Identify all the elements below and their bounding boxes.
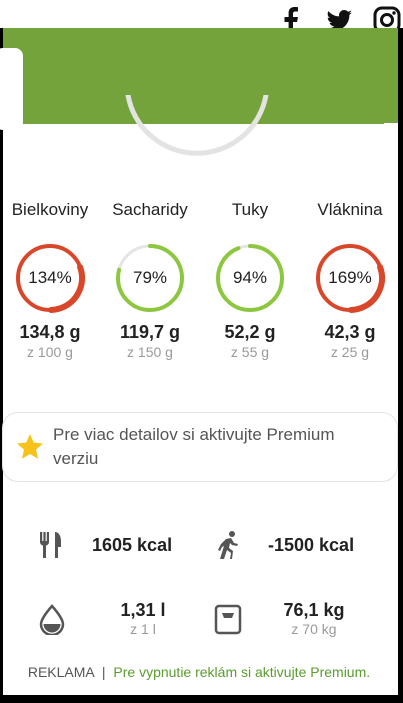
macro-percent: 79% <box>132 268 168 287</box>
bottom-edge <box>0 695 403 703</box>
macro-name: Bielkoviny <box>11 200 89 219</box>
macro-goal: z 55 g <box>230 344 270 360</box>
ad-remove-link[interactable]: Pre vypnutie reklám si aktivujte Premium… <box>113 664 370 680</box>
macro-name: Sacharidy <box>112 200 188 219</box>
water-goal: z 1 l <box>130 621 156 637</box>
macro-value: 42,3 g <box>324 322 376 342</box>
star-icon <box>17 434 43 459</box>
macro-percent: 169% <box>328 268 372 287</box>
food-calories-value: 1605 kcal <box>92 534 173 555</box>
macros-section: Bielkoviny 134% 134,8 g z 100 g Sacharid… <box>0 198 398 378</box>
macro-name: Vláknina <box>317 200 383 219</box>
water-value: 1,31 l <box>120 600 166 620</box>
macro-goal: z 150 g <box>127 344 173 360</box>
macro-ring: 79% <box>114 242 186 314</box>
facebook-icon[interactable] <box>277 6 307 34</box>
activity-calories[interactable]: -1500 kcal <box>212 529 354 561</box>
water-intake[interactable]: 1,31 l z 1 l <box>36 600 178 637</box>
macro-goal: z 100 g <box>27 344 73 360</box>
macro-percent: 94% <box>232 268 268 287</box>
running-person-icon <box>212 529 244 561</box>
header-button[interactable] <box>0 48 23 130</box>
food-calories[interactable]: 1605 kcal <box>36 529 172 561</box>
macro-fiber: Vláknina 169% 42,3 g z 25 g <box>300 198 400 360</box>
ad-bar: REKLAMA | Pre vypnutie reklám si aktivuj… <box>0 664 398 680</box>
weight-goal: z 70 kg <box>291 621 337 637</box>
macro-fat: Tuky 94% 52,2 g z 55 g <box>200 198 300 360</box>
social-links <box>277 6 403 34</box>
weight-value: 76,1 kg <box>283 600 345 620</box>
water-values: 1,31 l z 1 l <box>108 600 178 637</box>
weight-values: 76,1 kg z 70 kg <box>274 600 354 637</box>
macro-ring: 169% <box>314 242 386 314</box>
premium-banner[interactable]: Pre viac detailov si aktivujte Premium v… <box>2 412 398 482</box>
calorie-ring-partial <box>125 95 269 156</box>
twitter-icon[interactable] <box>325 6 355 31</box>
fork-knife-icon <box>36 529 68 561</box>
macro-value: 119,7 g <box>119 322 181 342</box>
water-drop-icon <box>36 603 68 635</box>
macro-value: 52,2 g <box>224 322 276 342</box>
weight[interactable]: 76,1 kg z 70 kg <box>212 600 354 637</box>
macro-name: Tuky <box>231 200 269 219</box>
header-notch <box>384 123 398 127</box>
instagram-icon[interactable] <box>373 6 403 34</box>
macro-ring: 94% <box>214 242 286 314</box>
macro-goal: z 25 g <box>330 344 370 360</box>
premium-text: Pre viac detailov si aktivujte Premium v… <box>53 425 335 468</box>
macro-value: 134,8 g <box>19 322 81 342</box>
scale-icon <box>212 603 244 635</box>
frame-right <box>398 28 403 703</box>
ad-label: REKLAMA <box>27 664 94 680</box>
macro-protein: Bielkoviny 134% 134,8 g z 100 g <box>0 198 100 360</box>
activity-calories-value: -1500 kcal <box>268 534 355 555</box>
top-strip <box>0 0 403 34</box>
macro-carbs: Sacharidy 79% 119,7 g z 150 g <box>100 198 200 360</box>
macro-percent: 134% <box>28 268 72 287</box>
ad-separator: | <box>101 664 106 680</box>
macro-ring: 134% <box>14 242 86 314</box>
